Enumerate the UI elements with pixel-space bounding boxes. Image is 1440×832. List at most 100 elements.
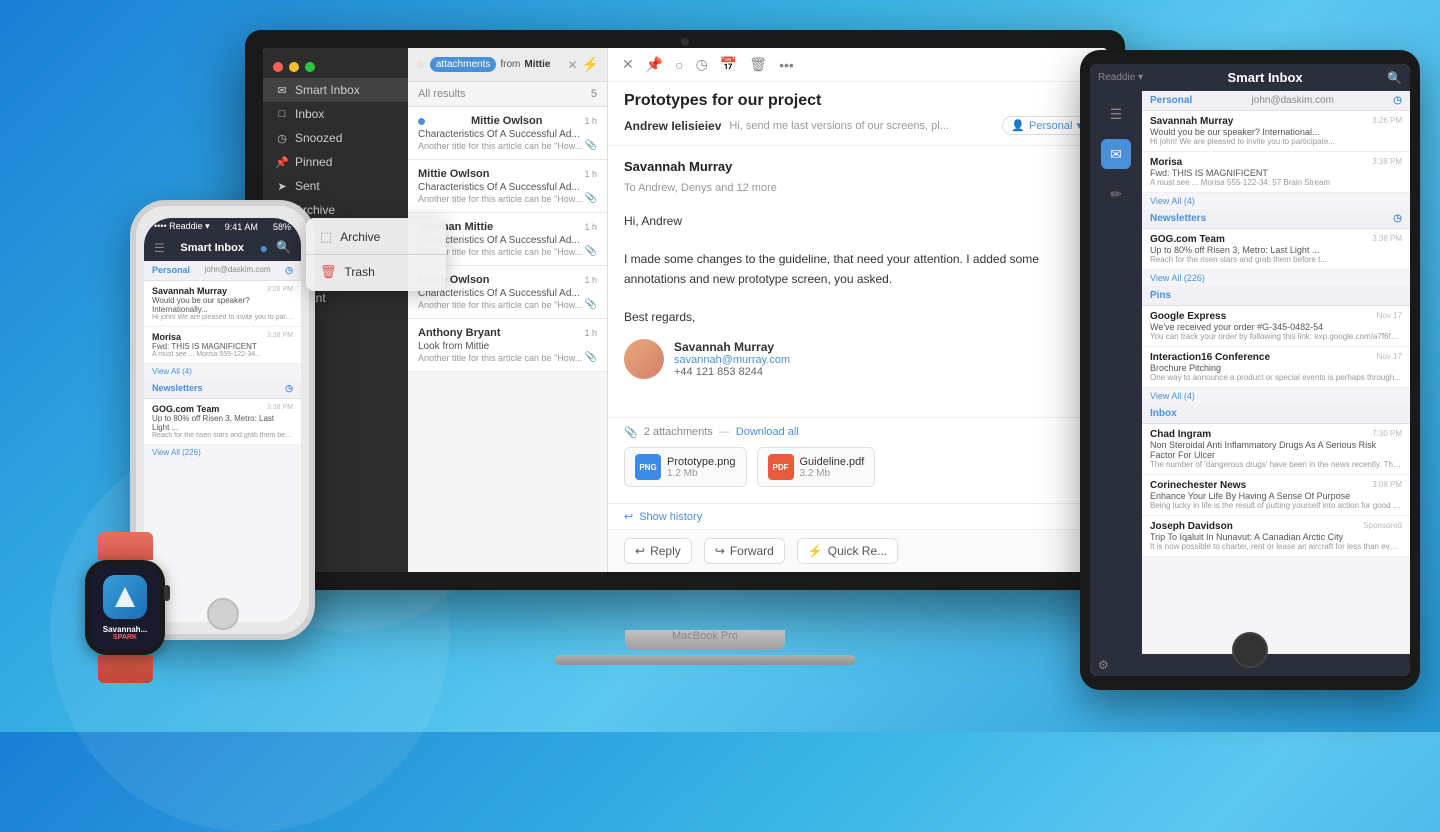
more-toolbar-icon[interactable]: •••: [779, 57, 794, 73]
iphone-header: ☰ Smart Inbox ● 🔍: [144, 235, 301, 261]
attachment-file-1[interactable]: PDF Guideline.pdf 3.2 Mb: [757, 447, 876, 487]
ipad-mail-item-1[interactable]: Morisa 3:38 PM Fwd: THIS IS MAGNIFICENT …: [1142, 152, 1410, 193]
iphone-preview-1: A must see ... Morisa 555-122-34...: [152, 351, 293, 358]
iphone-newsletters-header: Newsletters ◷: [144, 379, 301, 399]
ipad-mail-item-7[interactable]: Joseph Davidson Sponsored Trip To Iqalui…: [1142, 516, 1410, 557]
ipad-time-1: 3:38 PM: [1372, 157, 1402, 168]
attachments-count: 2 attachments: [644, 426, 713, 439]
search-tag-attachments[interactable]: attachments: [430, 57, 496, 72]
ipad-view-all-newsletters[interactable]: View All (226): [1142, 270, 1410, 286]
ipad-nav-menu[interactable]: ☰: [1101, 99, 1131, 129]
reply-button[interactable]: ↩ Reply: [624, 538, 692, 564]
mail-time: 1 h: [584, 169, 597, 179]
search-lightning-icon[interactable]: ⚡: [582, 56, 599, 73]
detail-sender-preview: Andrew Ielisieiev Hi, send me last versi…: [624, 119, 949, 133]
iphone-newsletters-timer-icon: ◷: [285, 383, 293, 394]
ipad-mail-list: ☰ ✉ ✏ Personal john@daskim.com ◷ Savanna…: [1090, 91, 1410, 654]
mail-item-0[interactable]: Mittie Owlson 1 h Characteristics Of A S…: [408, 107, 607, 160]
ipad-mail-item-5[interactable]: Chad Ingram 7:30 PM Non Steroidal Anti I…: [1142, 424, 1410, 475]
sidebar-item-smart-inbox[interactable]: ✉ Smart Inbox: [263, 78, 408, 102]
snooze-toolbar-icon[interactable]: ◷: [696, 56, 708, 73]
ipad-main-content: Personal john@daskim.com ◷ Savannah Murr…: [1142, 91, 1410, 654]
ipad-nav-inbox[interactable]: ✉: [1101, 139, 1131, 169]
download-all-button[interactable]: Download all: [736, 426, 799, 439]
watch-band-top: [98, 532, 153, 560]
ipad-left-nav: ☰ ✉ ✏: [1090, 91, 1142, 654]
sidebar-item-pinned[interactable]: 📌 Pinned: [263, 150, 408, 174]
ipad-preview-5: The number of 'dangerous drugs' have bee…: [1150, 460, 1402, 469]
ipad-subject-1: Fwd: THIS IS MAGNIFICENT: [1150, 168, 1402, 178]
circle-toolbar-icon[interactable]: ○: [675, 57, 683, 73]
iphone-compose-icon[interactable]: ●: [260, 240, 268, 256]
iphone-search-icon[interactable]: 🔍: [276, 240, 291, 256]
ipad-settings-icon[interactable]: ⚙: [1098, 658, 1109, 672]
pinned-icon: 📌: [275, 155, 289, 169]
attachments-section: 📎 2 attachments — Download all PNG Proto…: [608, 417, 1107, 503]
close-button[interactable]: [273, 62, 283, 72]
forward-icon: ↪: [715, 544, 725, 558]
ipad-view-all-pins[interactable]: View All (4): [1142, 388, 1410, 404]
mail-time: 1 h: [584, 275, 597, 285]
ipad-mail-item-3[interactable]: Google Express Nov 17 We've received you…: [1142, 306, 1410, 347]
personal-tag[interactable]: 👤 Personal ▾: [1002, 116, 1091, 135]
file-type-label: PDF: [773, 463, 789, 472]
mail-subject: Characteristics Of A Successful Ad...: [418, 182, 597, 193]
sidebar-item-snoozed[interactable]: ◷ Snoozed: [263, 126, 408, 150]
quick-reply-button[interactable]: ⚡ Quick Re...: [797, 538, 898, 564]
ipad-mail-item-4[interactable]: Interaction16 Conference Nov 17 Brochure…: [1142, 347, 1410, 388]
attachment-file-0[interactable]: PNG Prototype.png 1.2 Mb: [624, 447, 747, 487]
ipad-mail-item-6[interactable]: Corinechester News 3:08 PM Enhance Your …: [1142, 475, 1410, 516]
email-thread: Savannah Murray To Andrew, Denys and 12 …: [608, 146, 1107, 417]
ipad-view-all-personal[interactable]: View All (4): [1142, 193, 1410, 209]
context-menu-trash[interactable]: 🗑 Trash: [306, 257, 446, 287]
ipad-home-button[interactable]: [1232, 632, 1268, 668]
mail-time: 1 h: [584, 328, 597, 338]
pin-toolbar-icon[interactable]: 📌: [646, 56, 663, 73]
iphone-subject-1: Fwd: THIS IS MAGNIFICENT: [152, 342, 293, 351]
iphone-mail-item-2[interactable]: GOG.com Team 3:38 PM Up to 80% off Risen…: [144, 399, 301, 445]
iphone-mail-item-1[interactable]: Morisa 3:38 PM Fwd: THIS IS MAGNIFICENT …: [144, 327, 301, 364]
ipad-search-icon[interactable]: 🔍: [1387, 71, 1402, 85]
ipad-preview-7: It is now possible to charter, rent or l…: [1150, 542, 1402, 551]
delete-toolbar-icon[interactable]: 🗑: [749, 56, 767, 73]
ipad-preview-1: A must see ... Morisa 555-122-34: 57 Bra…: [1150, 178, 1402, 187]
show-history-button[interactable]: ↩ Show history: [608, 503, 1107, 529]
iphone-mail-item-0[interactable]: Savannah Murray 3:26 PM Would you be our…: [144, 281, 301, 327]
mail-subject: Characteristics Of A Successful Ad...: [418, 129, 597, 140]
detail-toolbar: ✕ 📌 ○ ◷ 📅 🗑 •••: [608, 48, 1107, 82]
iphone-home-button[interactable]: [207, 598, 239, 630]
watch-band-bottom: [98, 655, 153, 683]
mail-list-panel: ☆ attachments from Mittie ✕ ⚡ All result…: [408, 48, 608, 572]
mail-item-4[interactable]: Anthony Bryant 1 h Look from Mittie Anot…: [408, 319, 607, 372]
show-history-label: Show history: [639, 511, 702, 523]
macbook-base: [555, 655, 855, 665]
ipad-pins-label: Pins: [1150, 290, 1171, 301]
sidebar-traffic-lights: [263, 56, 408, 78]
body-closing: Best regards,: [624, 308, 1091, 327]
detail-header: Prototypes for our project Andrew Ielisi…: [608, 82, 1107, 146]
iphone-timer-icon: ◷: [285, 265, 293, 276]
forward-label: Forward: [730, 544, 774, 558]
sidebar-item-smart-inbox-label: Smart Inbox: [295, 83, 360, 97]
minimize-button[interactable]: [289, 62, 299, 72]
ipad-sender-3: Google Express: [1150, 311, 1226, 322]
ipad-nav-compose[interactable]: ✏: [1101, 179, 1131, 209]
maximize-button[interactable]: [305, 62, 315, 72]
sidebar-item-inbox[interactable]: □ Inbox: [263, 102, 408, 126]
close-toolbar-icon[interactable]: ✕: [622, 56, 634, 73]
search-clear-button[interactable]: ✕: [568, 58, 578, 72]
ipad-personal-email: john@daskim.com: [1252, 95, 1334, 106]
watch-app-icon: [103, 575, 147, 619]
iphone-view-all-personal[interactable]: View All (4): [144, 364, 301, 379]
mail-item-1[interactable]: Mittie Owlson 1 h Characteristics Of A S…: [408, 160, 607, 213]
forward-button[interactable]: ↪ Forward: [704, 538, 785, 564]
context-menu-archive[interactable]: ⬚ Archive: [306, 222, 446, 252]
ipad-mail-item-2[interactable]: GOG.com Team 3:38 PM Up to 80% off Risen…: [1142, 229, 1410, 270]
iphone-menu-icon[interactable]: ☰: [154, 241, 165, 255]
file-type-label: PNG: [639, 463, 656, 472]
iphone-view-all-newsletters[interactable]: View All (226): [144, 445, 301, 460]
ipad-mail-item-0[interactable]: Savannah Murray 3:26 PM Would you be our…: [1142, 111, 1410, 152]
ipad-subject-7: Trip To Iqaluit In Nunavut: A Canadian A…: [1150, 532, 1402, 542]
calendar-toolbar-icon[interactable]: 📅: [720, 56, 737, 73]
sidebar-item-sent[interactable]: ➤ Sent: [263, 174, 408, 198]
